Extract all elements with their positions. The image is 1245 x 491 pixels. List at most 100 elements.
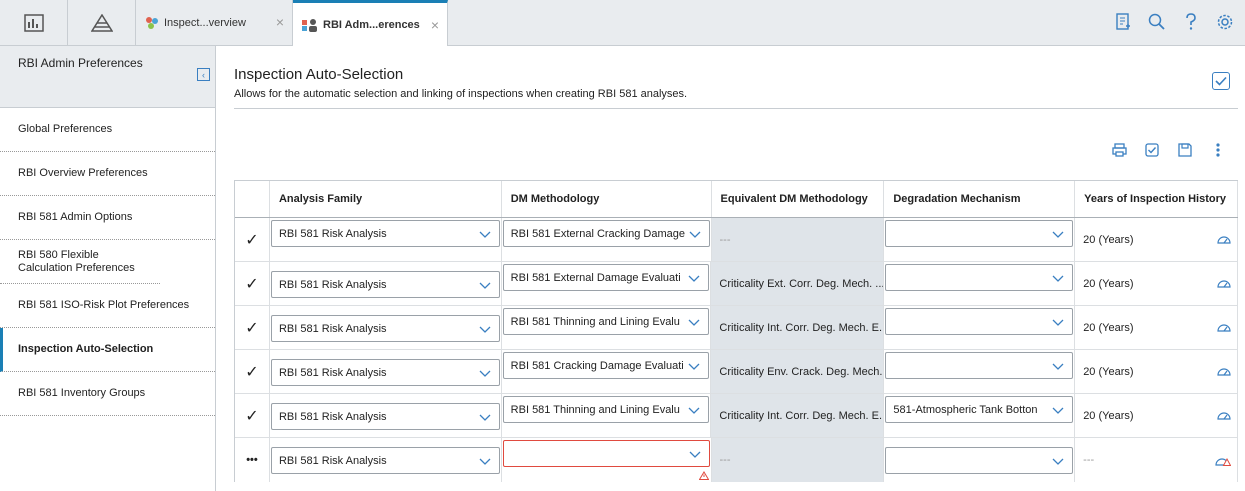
dashboard-icon (23, 13, 44, 32)
status-column-header (235, 181, 270, 217)
page-description: Allows for the automatic selection and l… (234, 88, 688, 100)
gear-icon[interactable] (1215, 12, 1235, 32)
table-row: ••• RBI 581 Risk Analysis --- --- (235, 438, 1238, 482)
table-row: ✓ RBI 581 Risk Analysis RBI 581 Thinning… (235, 394, 1238, 438)
column-header[interactable]: Analysis Family (270, 181, 502, 217)
dm-methodology-select[interactable]: RBI 581 External Damage Evaluati (502, 264, 710, 291)
degradation-mechanism-select[interactable] (885, 264, 1074, 291)
inspection-overview-icon (146, 16, 158, 29)
column-header[interactable]: DM Methodology (502, 181, 712, 217)
select-value: RBI 581 Risk Analysis (278, 227, 387, 240)
sidebar-item-label: Global Preferences (18, 123, 113, 135)
chevron-down-icon (479, 231, 491, 238)
sidebar-item-rbi-581-admin-options[interactable]: RBI 581 Admin Options (0, 196, 215, 240)
chevron-down-icon (479, 370, 491, 377)
years-value: 20 (Years) (1083, 409, 1134, 422)
sidebar-item-label: RBI 580 Flexible Calculation Preferences (18, 248, 135, 274)
chevron-down-icon (688, 319, 700, 326)
warning-icon (698, 471, 709, 480)
dm-methodology-select[interactable]: RBI 581 Cracking Damage Evaluati (502, 352, 710, 379)
select-value: RBI 581 Thinning and Lining Evalu (510, 403, 680, 416)
notes-icon[interactable] (1113, 12, 1133, 32)
gauge-icon[interactable] (1217, 322, 1231, 332)
search-icon[interactable] (1147, 12, 1167, 32)
dm-methodology-select[interactable] (502, 440, 710, 467)
gauge-icon[interactable] (1217, 234, 1231, 244)
dm-methodology-select[interactable]: RBI 581 External Cracking Damage (502, 220, 710, 247)
enable-checkbox[interactable] (1212, 72, 1230, 90)
column-header[interactable]: Equivalent DM Methodology (711, 181, 885, 217)
years-value: --- (1083, 454, 1095, 466)
collapse-sidebar-icon[interactable]: ‹ (197, 68, 210, 81)
analysis-family-select[interactable]: RBI 581 Risk Analysis (270, 220, 500, 247)
sidebar-item-label: RBI 581 ISO-Risk Plot Preferences (18, 299, 190, 311)
save-icon[interactable] (1177, 142, 1193, 158)
gauge-icon[interactable] (1217, 278, 1231, 288)
table-row: ✓ RBI 581 Risk Analysis RBI 581 External… (235, 218, 1238, 262)
chevron-down-icon (1052, 275, 1064, 282)
dm-methodology-select[interactable]: RBI 581 Thinning and Lining Evalu (502, 396, 710, 423)
select-value: RBI 581 Thinning and Lining Evalu (510, 315, 680, 328)
sidebar-item-label: RBI 581 Inventory Groups (18, 387, 146, 399)
column-header[interactable]: Degradation Mechanism (884, 181, 1076, 217)
dm-methodology-select[interactable]: RBI 581 Thinning and Lining Evalu (502, 308, 710, 335)
global-tools (1113, 12, 1235, 32)
divider (234, 108, 1238, 109)
tab-label: RBI Adm...erences (323, 18, 420, 31)
hierarchy-button[interactable] (68, 0, 136, 45)
gauge-warning-icon[interactable] (1215, 456, 1231, 466)
sidebar-item-rbi-581-iso-risk[interactable]: RBI 581 ISO-Risk Plot Preferences (0, 284, 215, 328)
top-bar: Inspect...verview × RBI Adm...erences × (0, 0, 1245, 46)
select-value: RBI 581 Risk Analysis (278, 410, 387, 423)
print-icon[interactable] (1111, 142, 1127, 158)
more-options-icon[interactable] (1210, 142, 1226, 158)
dashboard-button[interactable] (0, 0, 68, 45)
degradation-mechanism-select[interactable] (885, 220, 1074, 247)
column-header[interactable]: Years of Inspection History (1075, 181, 1238, 217)
years-value: 20 (Years) (1083, 321, 1134, 334)
row-status: ✓ (235, 262, 270, 305)
main-content: Inspection Auto-Selection Allows for the… (234, 46, 1238, 491)
close-icon[interactable]: × (431, 17, 439, 33)
sidebar-item-label: RBI 581 Admin Options (18, 211, 133, 223)
degradation-mechanism-select[interactable] (885, 308, 1074, 335)
analysis-family-select[interactable]: RBI 581 Risk Analysis (270, 271, 500, 298)
chevron-down-icon (689, 451, 700, 458)
help-icon[interactable] (1181, 12, 1201, 32)
row-status: ✓ (235, 218, 270, 261)
row-status: ••• (235, 438, 270, 482)
degradation-mechanism-select[interactable]: 581-Atmospheric Tank Botton (885, 396, 1074, 423)
years-value: 20 (Years) (1083, 233, 1134, 246)
grid-header-row: Analysis Family DM Methodology Equivalen… (235, 181, 1238, 218)
sidebar-item-rbi-580-flexible[interactable]: RBI 580 Flexible Calculation Preferences (0, 240, 160, 284)
degradation-mechanism-select[interactable] (885, 352, 1074, 379)
select-value: RBI 581 Risk Analysis (278, 454, 387, 467)
sidebar-item-global-preferences[interactable]: Global Preferences (0, 108, 215, 152)
chevron-down-icon (479, 326, 491, 333)
chevron-down-icon (688, 275, 700, 282)
equivalent-dm-value: Criticality Ext. Corr. Deg. Mech. ... (719, 277, 884, 290)
tab-inspection-overview[interactable]: Inspect...verview × (136, 0, 293, 45)
sidebar-item-label: Inspection Auto-Selection (18, 343, 154, 355)
analysis-family-select[interactable]: RBI 581 Risk Analysis (270, 447, 500, 474)
check-all-icon[interactable] (1144, 142, 1160, 158)
chevron-down-icon (688, 363, 700, 370)
select-value: RBI 581 Cracking Damage Evaluati (510, 359, 684, 372)
analysis-family-select[interactable]: RBI 581 Risk Analysis (270, 403, 500, 430)
sidebar-item-inspection-auto-selection[interactable]: Inspection Auto-Selection (0, 328, 215, 372)
select-value: RBI 581 External Damage Evaluati (510, 271, 681, 284)
sidebar-item-rbi-overview-preferences[interactable]: RBI Overview Preferences (0, 152, 215, 196)
sidebar-item-rbi-581-inventory-groups[interactable]: RBI 581 Inventory Groups (0, 372, 215, 416)
tab-rbi-admin-preferences[interactable]: RBI Adm...erences × (293, 0, 448, 46)
close-icon[interactable]: × (276, 14, 284, 30)
degradation-mechanism-select[interactable] (885, 447, 1074, 474)
select-value: RBI 581 Risk Analysis (278, 278, 387, 291)
gauge-icon[interactable] (1217, 410, 1231, 420)
analysis-family-select[interactable]: RBI 581 Risk Analysis (270, 315, 500, 342)
preferences-grid: Analysis Family DM Methodology Equivalen… (234, 180, 1238, 482)
equivalent-dm-value: Criticality Int. Corr. Deg. Mech. E... (719, 409, 884, 422)
gauge-icon[interactable] (1217, 366, 1231, 376)
sidebar: RBI Admin Preferences ‹ Global Preferenc… (0, 46, 216, 491)
analysis-family-select[interactable]: RBI 581 Risk Analysis (270, 359, 500, 386)
equivalent-dm-value: --- (719, 233, 731, 246)
